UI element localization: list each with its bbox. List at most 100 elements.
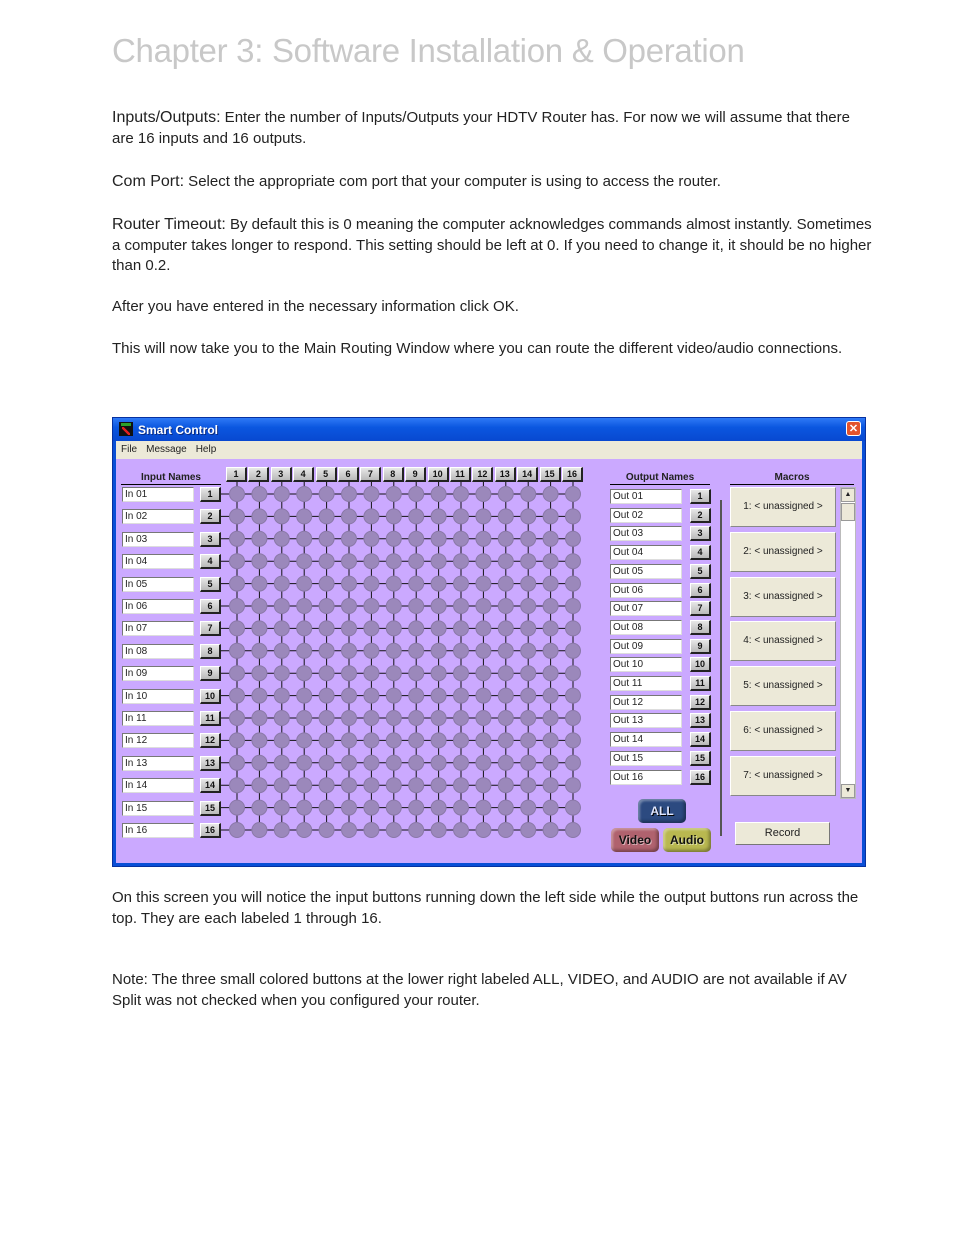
output-button[interactable]: 2 (248, 467, 270, 482)
output-button[interactable]: 4 (293, 467, 315, 482)
output-name-field[interactable]: Out 10 (610, 657, 682, 673)
menu-file[interactable]: File (116, 441, 141, 455)
input-button[interactable]: 4 (200, 554, 221, 570)
input-name-field[interactable]: In 14 (122, 778, 194, 794)
output-button[interactable]: 10 (427, 467, 449, 482)
all-button[interactable]: ALL (638, 799, 686, 823)
output-button[interactable]: 15 (539, 467, 561, 482)
output-button[interactable]: 16 (562, 467, 583, 482)
input-name-field[interactable]: In 10 (122, 688, 194, 704)
output-button[interactable]: 13 (494, 467, 516, 482)
output-button[interactable]: 3 (270, 467, 292, 482)
input-button[interactable]: 16 (200, 823, 221, 838)
input-button[interactable]: 10 (200, 688, 221, 704)
output-number-button[interactable]: 1 (690, 489, 711, 504)
close-button[interactable]: ✕ (846, 421, 861, 436)
input-button[interactable]: 7 (200, 621, 221, 637)
input-name-field[interactable]: In 06 (122, 599, 194, 614)
input-name-field[interactable]: In 11 (122, 711, 194, 726)
scroll-up-arrow-icon[interactable]: ▲ (841, 488, 855, 502)
output-name-field[interactable]: Out 03 (610, 526, 682, 542)
input-name-field[interactable]: In 15 (122, 800, 194, 816)
output-name-field[interactable]: Out 11 (610, 676, 682, 691)
output-name-field[interactable]: Out 12 (610, 694, 682, 710)
output-button[interactable]: 12 (472, 467, 494, 482)
video-button[interactable]: Video (611, 828, 659, 852)
input-button[interactable]: 9 (200, 666, 221, 682)
input-name-field[interactable]: In 09 (122, 666, 194, 682)
output-button[interactable]: 6 (338, 467, 359, 482)
input-name-field[interactable]: In 04 (122, 554, 194, 570)
macro-button[interactable]: 2: < unassigned > (730, 531, 836, 572)
input-button[interactable]: 14 (200, 778, 221, 794)
output-name-field[interactable]: Out 15 (610, 750, 682, 766)
input-name-field[interactable]: In 13 (122, 755, 194, 771)
output-number-button[interactable]: 4 (690, 545, 711, 561)
scroll-thumb[interactable] (841, 503, 855, 521)
input-name-field[interactable]: In 12 (122, 733, 194, 749)
output-name-field[interactable]: Out 04 (610, 545, 682, 561)
macro-button[interactable]: 7: < unassigned > (730, 755, 836, 796)
macro-button[interactable]: 4: < unassigned > (730, 621, 836, 662)
output-number-button[interactable]: 13 (690, 713, 711, 729)
output-number-button[interactable]: 12 (690, 694, 711, 710)
input-name-field[interactable]: In 08 (122, 643, 194, 659)
title-bar[interactable]: Smart Control ✕ (113, 418, 865, 441)
output-number-button[interactable]: 10 (690, 657, 711, 673)
macros-scrollbar[interactable]: ▲ ▼ (840, 487, 856, 799)
input-button[interactable]: 3 (200, 531, 221, 547)
input-button[interactable]: 2 (200, 509, 221, 525)
input-button[interactable]: 1 (200, 487, 221, 502)
output-button[interactable]: 14 (517, 467, 539, 482)
output-button[interactable]: 7 (360, 467, 382, 482)
input-button[interactable]: 11 (200, 711, 221, 726)
input-button[interactable]: 13 (200, 755, 221, 771)
menu-help[interactable]: Help (191, 441, 221, 455)
output-button[interactable]: 9 (405, 467, 427, 482)
output-name-field[interactable]: Out 14 (610, 732, 682, 748)
input-name-field[interactable]: In 05 (122, 576, 194, 592)
macro-button[interactable]: 3: < unassigned > (730, 576, 836, 617)
macro-button[interactable]: 6: < unassigned > (730, 711, 836, 751)
output-name-field[interactable]: Out 09 (610, 638, 682, 654)
input-name-field[interactable]: In 16 (122, 823, 194, 838)
output-number-button[interactable]: 6 (690, 582, 711, 598)
output-name-field[interactable]: Out 08 (610, 619, 682, 635)
output-name-field[interactable]: Out 13 (610, 713, 682, 729)
output-name-field[interactable]: Out 01 (610, 489, 682, 504)
output-number-button[interactable]: 11 (690, 676, 711, 691)
output-number-button[interactable]: 15 (690, 750, 711, 766)
record-button[interactable]: Record (735, 822, 830, 845)
output-number-button[interactable]: 7 (690, 601, 711, 617)
output-number-button[interactable]: 14 (690, 732, 711, 748)
input-button[interactable]: 15 (200, 800, 221, 816)
output-number-button[interactable]: 9 (690, 638, 711, 654)
output-name-field[interactable]: Out 02 (610, 507, 682, 523)
output-number-button[interactable]: 3 (690, 526, 711, 542)
output-name-field[interactable]: Out 06 (610, 582, 682, 598)
input-button[interactable]: 5 (200, 576, 221, 592)
macro-button[interactable]: 5: < unassigned > (730, 666, 836, 707)
audio-button[interactable]: Audio (663, 828, 711, 852)
output-name-field[interactable]: Out 07 (610, 601, 682, 617)
input-button[interactable]: 6 (200, 599, 221, 614)
output-number-button[interactable]: 16 (690, 769, 711, 785)
output-number-button[interactable]: 5 (690, 563, 711, 579)
input-name-field[interactable]: In 02 (122, 509, 194, 525)
output-name-field[interactable]: Out 05 (610, 563, 682, 579)
output-name-field[interactable]: Out 16 (610, 769, 682, 785)
macro-button[interactable]: 1: < unassigned > (730, 487, 836, 527)
scroll-down-arrow-icon[interactable]: ▼ (841, 784, 855, 798)
output-number-button[interactable]: 8 (690, 619, 711, 635)
output-button[interactable]: 1 (226, 467, 247, 482)
input-name-field[interactable]: In 07 (122, 621, 194, 637)
output-number-button[interactable]: 2 (690, 507, 711, 523)
output-button[interactable]: 11 (450, 467, 471, 482)
input-button[interactable]: 12 (200, 733, 221, 749)
menu-message[interactable]: Message (141, 441, 191, 455)
input-name-field[interactable]: In 01 (122, 487, 194, 502)
output-button[interactable]: 5 (315, 467, 337, 482)
output-button[interactable]: 8 (382, 467, 404, 482)
input-name-field[interactable]: In 03 (122, 531, 194, 547)
input-button[interactable]: 8 (200, 643, 221, 659)
